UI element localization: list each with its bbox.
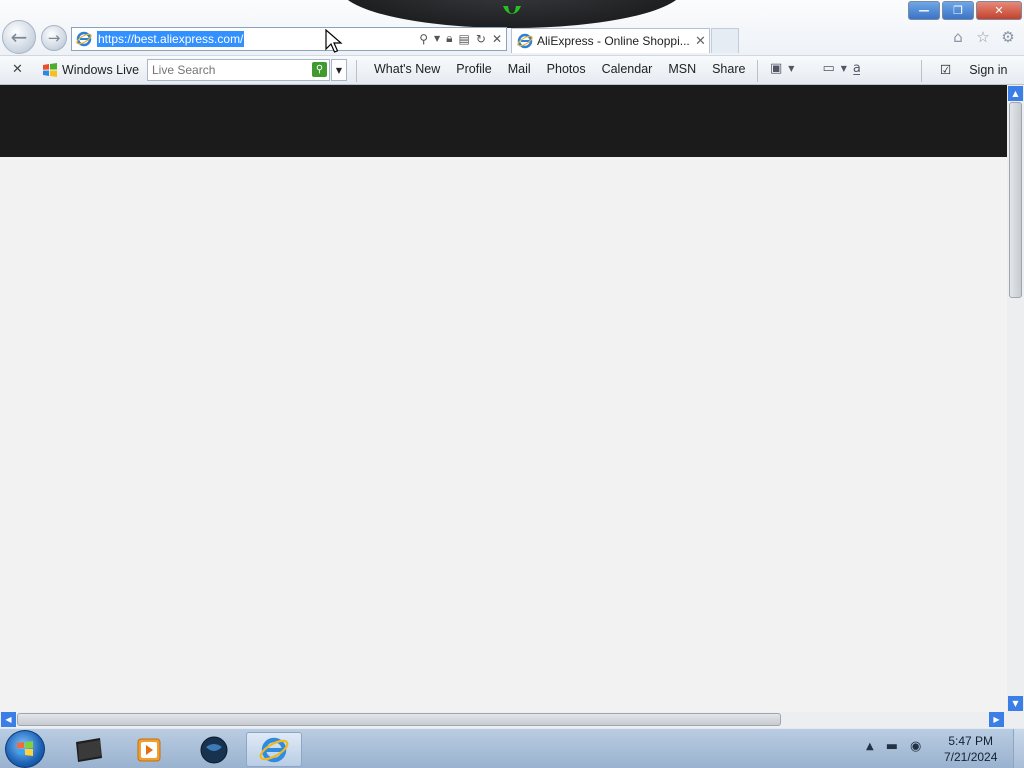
green-light-icon [503, 6, 521, 14]
lock-icon[interactable]: 🔒︎ [446, 31, 452, 46]
ie-icon [259, 737, 289, 762]
windows-logo-icon [43, 63, 57, 77]
ie-tab-icon [517, 33, 533, 49]
page-content [0, 85, 1007, 712]
toolbar-divider [356, 60, 357, 82]
toolbar-close-button[interactable]: ✕ [12, 62, 23, 77]
start-button[interactable] [5, 730, 45, 768]
globe-icon [200, 736, 228, 763]
browser-command-icons: ⌂ ☆ ⚙ [950, 28, 1016, 46]
link-profile[interactable]: Profile [456, 62, 491, 76]
link-calendar[interactable]: Calendar [602, 62, 653, 76]
horizontal-scrollbar[interactable]: ◀ ▶ [0, 712, 1007, 728]
compatibility-view-icon[interactable]: ▤ [459, 32, 470, 46]
chevron-down-icon: ▼ [335, 65, 343, 75]
window-icon[interactable]: ▭ [822, 61, 834, 76]
chevron-right-icon: ▶ [993, 715, 1000, 724]
toolbar-links: What's New Profile Mail Photos Calendar … [366, 62, 753, 76]
system-tray: ▲ ▬ ◉ [866, 739, 921, 754]
restore-button[interactable]: ❐ [942, 1, 974, 20]
folder-icon [76, 737, 102, 762]
forward-arrow-icon: → [47, 29, 61, 47]
taskbar-app-globe[interactable] [186, 732, 242, 767]
browser-title-bar: ← → https://best.aliexpress.com/ ⚲ ▼ 🔒︎ … [0, 0, 1024, 55]
translate-icon[interactable]: a̲ [853, 61, 861, 76]
link-photos[interactable]: Photos [547, 62, 586, 76]
chevron-down-icon: ▼ [1012, 699, 1019, 708]
windows-live-menu[interactable]: Windows Live [42, 62, 139, 78]
live-search-box[interactable] [147, 59, 330, 81]
minimize-button[interactable]: — [908, 1, 940, 20]
toolbar-divider [757, 60, 758, 82]
link-msn[interactable]: MSN [668, 62, 696, 76]
media-player-icon [137, 738, 161, 761]
clock-time: 5:47 PM [948, 734, 994, 748]
stop-icon[interactable]: ✕ [492, 32, 502, 46]
vertical-scroll-thumb[interactable] [1009, 102, 1022, 298]
search-icon: ⚲ [315, 64, 324, 75]
search-go-button[interactable]: ⚲ [312, 62, 327, 77]
address-bar[interactable]: https://best.aliexpress.com/ ⚲ ▼ 🔒︎ ▤ ↻ … [71, 27, 507, 51]
checkbox-icon[interactable]: ☑ [940, 62, 951, 77]
scroll-left-button[interactable]: ◀ [1, 712, 16, 727]
forward-button[interactable]: → [41, 25, 67, 51]
chevron-left-icon: ◀ [5, 715, 12, 724]
back-button[interactable]: ← [2, 20, 36, 54]
star-icon[interactable]: ☆ [975, 28, 991, 46]
link-share[interactable]: Share [712, 62, 745, 76]
search-options-dropdown[interactable]: ▼ [331, 59, 347, 81]
photo-share-icon[interactable]: ▣ [770, 61, 782, 76]
ie-page-icon [76, 31, 92, 47]
horizontal-scroll-thumb[interactable] [17, 713, 781, 726]
show-hidden-icons-icon[interactable]: ▲ [866, 741, 874, 752]
taskbar: ▲ ▬ ◉ 5:47 PM 7/21/2024 [0, 728, 1024, 768]
tab-title: AliExpress - Online Shoppi... [537, 34, 689, 48]
chevron-down-icon[interactable]: ▼ [788, 64, 794, 73]
scrollbar-corner [1007, 712, 1024, 728]
vertical-scrollbar[interactable]: ▲ ▼ [1007, 85, 1024, 712]
live-search-input[interactable] [148, 60, 308, 80]
taskbar-internet-explorer[interactable] [246, 732, 302, 767]
close-button[interactable]: ✕ [976, 1, 1022, 20]
tab-aliexpress[interactable]: AliExpress - Online Shoppi... ✕ [511, 28, 710, 53]
address-url[interactable]: https://best.aliexpress.com/ [97, 31, 245, 47]
network-icon[interactable]: ▬ [886, 739, 898, 754]
toolbar-tool-icons: ▣ ▼ ▭ ▼ a̲ [770, 61, 861, 76]
clock-date: 7/21/2024 [944, 750, 998, 764]
back-arrow-icon: ← [10, 25, 28, 49]
scroll-up-button[interactable]: ▲ [1008, 86, 1023, 101]
link-whats-new[interactable]: What's New [374, 62, 440, 76]
link-mail[interactable]: Mail [508, 62, 531, 76]
page-header-band [0, 85, 1007, 157]
tab-close-button[interactable]: ✕ [695, 34, 706, 49]
windows-live-label: Windows Live [62, 63, 140, 77]
chevron-up-icon: ▲ [1012, 89, 1019, 98]
refresh-icon[interactable]: ↻ [476, 32, 486, 46]
gear-icon[interactable]: ⚙ [1000, 28, 1016, 46]
taskbar-explorer[interactable] [61, 732, 117, 767]
address-tools: ⚲ ▼ 🔒︎ ▤ ↻ ✕ [419, 31, 502, 46]
windows-logo-icon [17, 741, 33, 756]
search-icon[interactable]: ⚲ [419, 32, 428, 46]
taskbar-media-player[interactable] [121, 732, 177, 767]
new-tab-button[interactable] [711, 28, 739, 53]
scroll-right-button[interactable]: ▶ [989, 712, 1004, 727]
volume-icon[interactable]: ◉ [910, 739, 921, 754]
sign-in-area: ☑ Sign in [940, 62, 1007, 78]
home-icon[interactable]: ⌂ [950, 28, 966, 46]
chevron-down-icon[interactable]: ▼ [841, 64, 847, 73]
system-clock[interactable]: 5:47 PM 7/21/2024 [944, 733, 997, 765]
window-controls: — ❐ ✕ [908, 1, 1022, 20]
scroll-down-button[interactable]: ▼ [1008, 696, 1023, 711]
sign-in-link[interactable]: Sign in [969, 63, 1007, 77]
mouse-cursor-icon [325, 29, 343, 53]
windows-live-toolbar: ✕ Windows Live ⚲ ▼ What's New Profile Ma… [0, 55, 1024, 85]
dropdown-arrow-icon[interactable]: ▼ [434, 34, 440, 43]
toolbar-divider [921, 60, 922, 82]
show-desktop-button[interactable] [1013, 729, 1024, 768]
